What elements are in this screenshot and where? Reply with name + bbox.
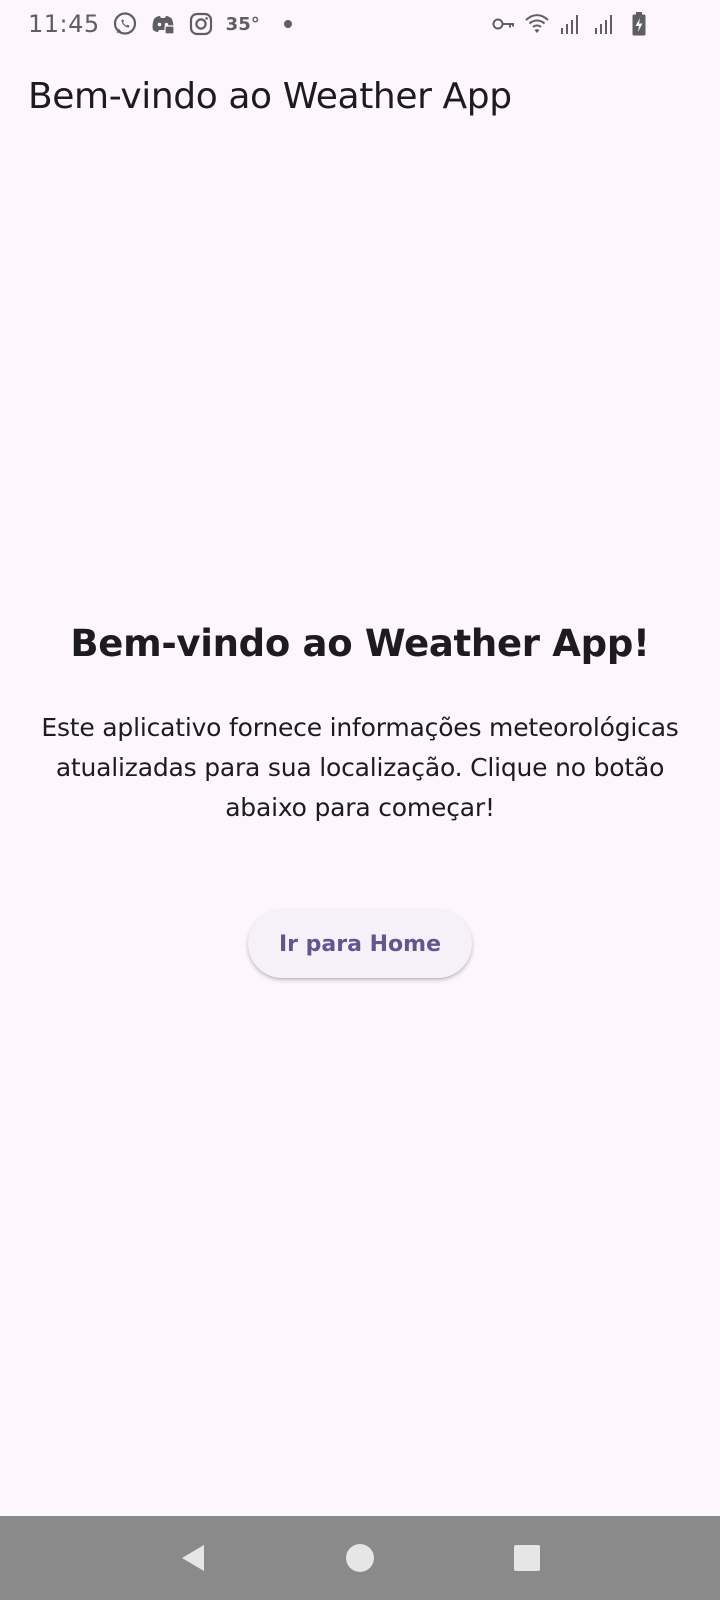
welcome-description: Este aplicativo fornece informações mete…	[41, 713, 679, 822]
whatsapp-icon	[112, 11, 138, 37]
welcome-content: Bem-vindo ao Weather App! Este aplicativ…	[0, 620, 720, 978]
signal-icon	[558, 11, 584, 37]
go-home-button[interactable]: Ir para Home	[248, 910, 472, 978]
app-bar-title: Bem-vindo ao Weather App	[28, 75, 512, 117]
recents-button[interactable]	[499, 1530, 555, 1586]
welcome-headline: Bem-vindo ao Weather App!	[70, 622, 650, 665]
home-circle-icon	[345, 1544, 374, 1572]
discord-icon	[150, 11, 176, 37]
wifi-icon	[524, 11, 550, 37]
app-bar: Bem-vindo ao Weather App	[28, 60, 512, 132]
signal-icon	[592, 11, 618, 37]
notification-dot	[283, 20, 292, 28]
status-left: 11:45 35°	[28, 10, 292, 38]
status-time: 11:45	[28, 10, 100, 38]
instagram-icon	[188, 11, 214, 37]
home-button[interactable]	[332, 1530, 388, 1586]
status-temperature: 35°	[225, 13, 260, 35]
recents-square-icon	[513, 1545, 540, 1571]
status-bar: 11:45 35°	[0, 0, 720, 48]
vpn-key-icon	[492, 11, 516, 37]
back-button[interactable]	[165, 1530, 221, 1586]
battery-charging-icon	[626, 11, 652, 37]
status-right	[492, 11, 652, 37]
back-triangle-icon	[182, 1545, 205, 1571]
system-nav-bar	[0, 1516, 720, 1600]
